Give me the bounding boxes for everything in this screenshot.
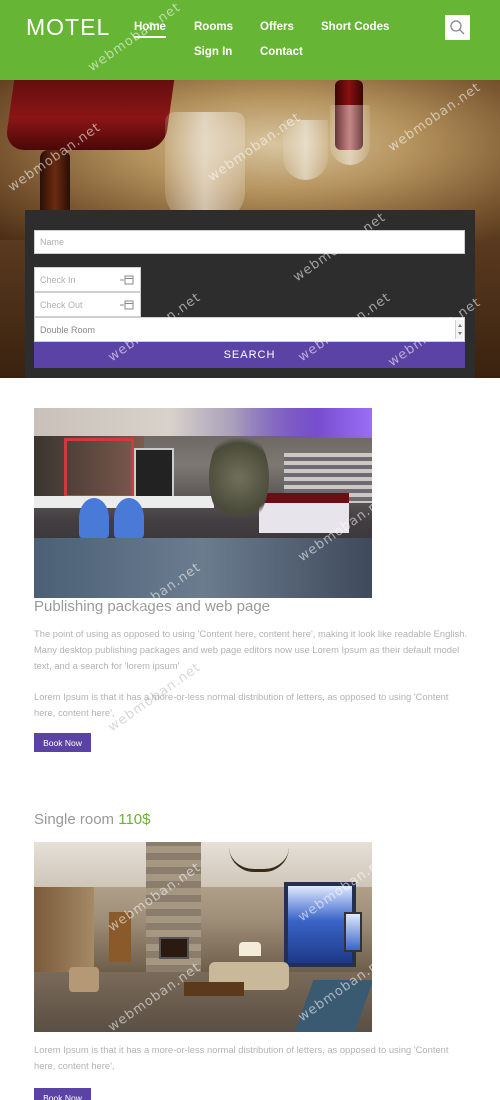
nav-contact[interactable]: Contact	[260, 46, 303, 58]
checkout-placeholder: Check Out	[40, 299, 83, 310]
room-photo-lobby	[34, 842, 372, 1032]
site-logo[interactable]: MOTEL	[26, 14, 110, 41]
book-now-button[interactable]: Book Now	[34, 733, 91, 752]
nav-rooms[interactable]: Rooms	[194, 21, 233, 33]
single-room-title: Single room 110$	[34, 811, 150, 828]
nav-home[interactable]: Home	[134, 21, 166, 38]
search-submit-button[interactable]: SEARCH	[34, 342, 465, 368]
checkin-input[interactable]: Check In	[34, 267, 141, 292]
calendar-icon[interactable]	[120, 300, 134, 310]
nav-short-codes[interactable]: Short Codes	[321, 21, 389, 33]
single-room-label: Single room	[34, 811, 115, 828]
room-type-value: Double Room	[40, 324, 96, 335]
site-header: MOTEL Home Rooms Offers Short Codes Sign…	[0, 0, 500, 80]
checkout-input[interactable]: Check Out	[34, 292, 141, 317]
book-now-button[interactable]: Book Now	[34, 1088, 91, 1100]
section-paragraph: The point of using as opposed to using '…	[34, 628, 468, 671]
room-photo-modern	[34, 408, 372, 598]
nav-sign-in[interactable]: Sign In	[194, 46, 232, 58]
search-icon	[450, 20, 465, 35]
section-paragraph: Lorem Ipsum is that it has a more-or-les…	[34, 691, 449, 718]
name-input[interactable]: Name	[34, 230, 465, 254]
single-room-paragraph: Lorem Ipsum is that it has a more-or-les…	[34, 1044, 449, 1071]
booking-form: Name Check In Check Out Double Room SEAR…	[25, 210, 475, 378]
single-room-price: 110$	[118, 811, 151, 828]
section-title: Publishing packages and web page	[34, 598, 271, 615]
calendar-icon[interactable]	[120, 275, 134, 285]
nav-offers[interactable]: Offers	[260, 21, 294, 33]
room-type-select[interactable]: Double Room	[34, 317, 465, 342]
search-button[interactable]	[445, 15, 470, 40]
select-arrows-icon[interactable]	[455, 320, 463, 339]
checkin-placeholder: Check In	[40, 274, 76, 285]
